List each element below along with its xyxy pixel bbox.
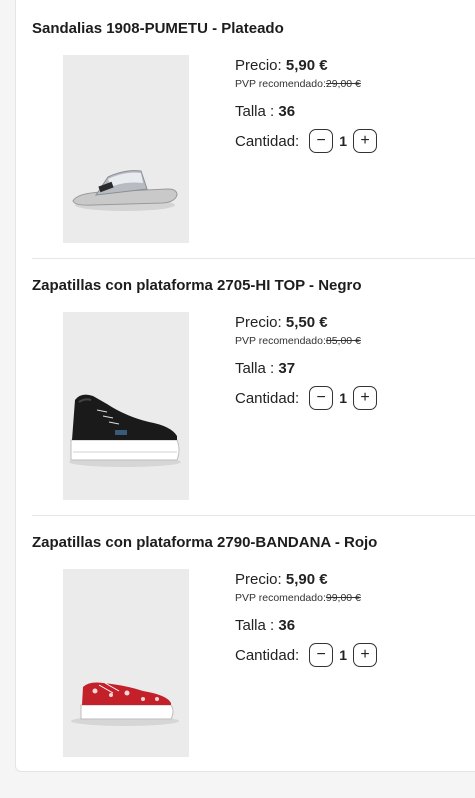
quantity-label: Cantidad: bbox=[235, 132, 300, 150]
pvp-line: PVP recomendado:99,00 € bbox=[235, 591, 475, 605]
pvp-label: PVP recomendado: bbox=[235, 335, 326, 347]
product-info: Precio: 5,90 € PVP recomendado:29,00 € T… bbox=[235, 56, 475, 154]
decrease-quantity-button[interactable]: − bbox=[309, 643, 334, 667]
product-image-black-high-top-platform-sneaker[interactable] bbox=[63, 312, 189, 500]
product-image-silver-slide-sandal[interactable] bbox=[63, 55, 189, 243]
price-label: Precio: bbox=[235, 314, 282, 331]
product-title[interactable]: Zapatillas con plataforma 2705-HI TOP - … bbox=[32, 277, 362, 294]
increase-quantity-button[interactable]: + bbox=[353, 386, 378, 410]
pvp-label: PVP recomendado: bbox=[235, 78, 326, 90]
quantity-label: Cantidad: bbox=[235, 389, 300, 407]
increase-quantity-button[interactable]: + bbox=[353, 643, 378, 667]
decrease-quantity-button[interactable]: − bbox=[309, 386, 334, 410]
size-label: Talla : bbox=[235, 103, 275, 120]
quantity-stepper: Cantidad: − 1 + bbox=[235, 128, 475, 154]
pvp-value: 99,00 € bbox=[325, 592, 361, 604]
increase-quantity-button[interactable]: + bbox=[353, 129, 378, 153]
cart-item: Zapatillas con plataforma 2790-BANDANA -… bbox=[32, 514, 475, 771]
quantity-stepper: Cantidad: − 1 + bbox=[235, 642, 475, 668]
pvp-value: 29,00 € bbox=[325, 78, 361, 90]
pvp-label: PVP recomendado: bbox=[235, 592, 326, 604]
size-line: Talla : 36 bbox=[235, 102, 475, 122]
price-value: 5,90 € bbox=[285, 571, 328, 588]
price-value: 5,50 € bbox=[285, 314, 328, 331]
quantity-value: 1 bbox=[339, 647, 348, 663]
price-label: Precio: bbox=[235, 571, 282, 588]
price-line: Precio: 5,90 € bbox=[235, 56, 475, 76]
size-line: Talla : 36 bbox=[235, 616, 475, 636]
product-title[interactable]: Zapatillas con plataforma 2790-BANDANA -… bbox=[32, 534, 377, 551]
price-line: Precio: 5,50 € bbox=[235, 313, 475, 333]
price-line: Precio: 5,90 € bbox=[235, 570, 475, 590]
cart-item: Zapatillas con plataforma 2705-HI TOP - … bbox=[32, 257, 475, 514]
quantity-value: 1 bbox=[339, 390, 348, 406]
pvp-value: 85,00 € bbox=[325, 335, 361, 347]
product-info: Precio: 5,90 € PVP recomendado:99,00 € T… bbox=[235, 570, 475, 668]
product-image-red-bandana-platform-sneaker[interactable] bbox=[63, 569, 189, 757]
cart-item: Sandalias 1908-PUMETU - Plateado Precio:… bbox=[32, 0, 475, 257]
quantity-value: 1 bbox=[339, 133, 348, 149]
product-info: Precio: 5,50 € PVP recomendado:85,00 € T… bbox=[235, 313, 475, 411]
price-label: Precio: bbox=[235, 57, 282, 74]
pvp-line: PVP recomendado:85,00 € bbox=[235, 334, 475, 348]
quantity-label: Cantidad: bbox=[235, 646, 300, 664]
pvp-line: PVP recomendado:29,00 € bbox=[235, 77, 475, 91]
size-value: 37 bbox=[278, 360, 296, 377]
product-title[interactable]: Sandalias 1908-PUMETU - Plateado bbox=[32, 20, 284, 37]
size-line: Talla : 37 bbox=[235, 359, 475, 379]
cart-card: Sandalias 1908-PUMETU - Plateado Precio:… bbox=[15, 0, 475, 772]
quantity-stepper: Cantidad: − 1 + bbox=[235, 385, 475, 411]
price-value: 5,90 € bbox=[285, 57, 328, 74]
size-label: Talla : bbox=[235, 617, 275, 634]
size-value: 36 bbox=[278, 617, 296, 634]
decrease-quantity-button[interactable]: − bbox=[309, 129, 334, 153]
size-value: 36 bbox=[278, 103, 296, 120]
size-label: Talla : bbox=[235, 360, 275, 377]
